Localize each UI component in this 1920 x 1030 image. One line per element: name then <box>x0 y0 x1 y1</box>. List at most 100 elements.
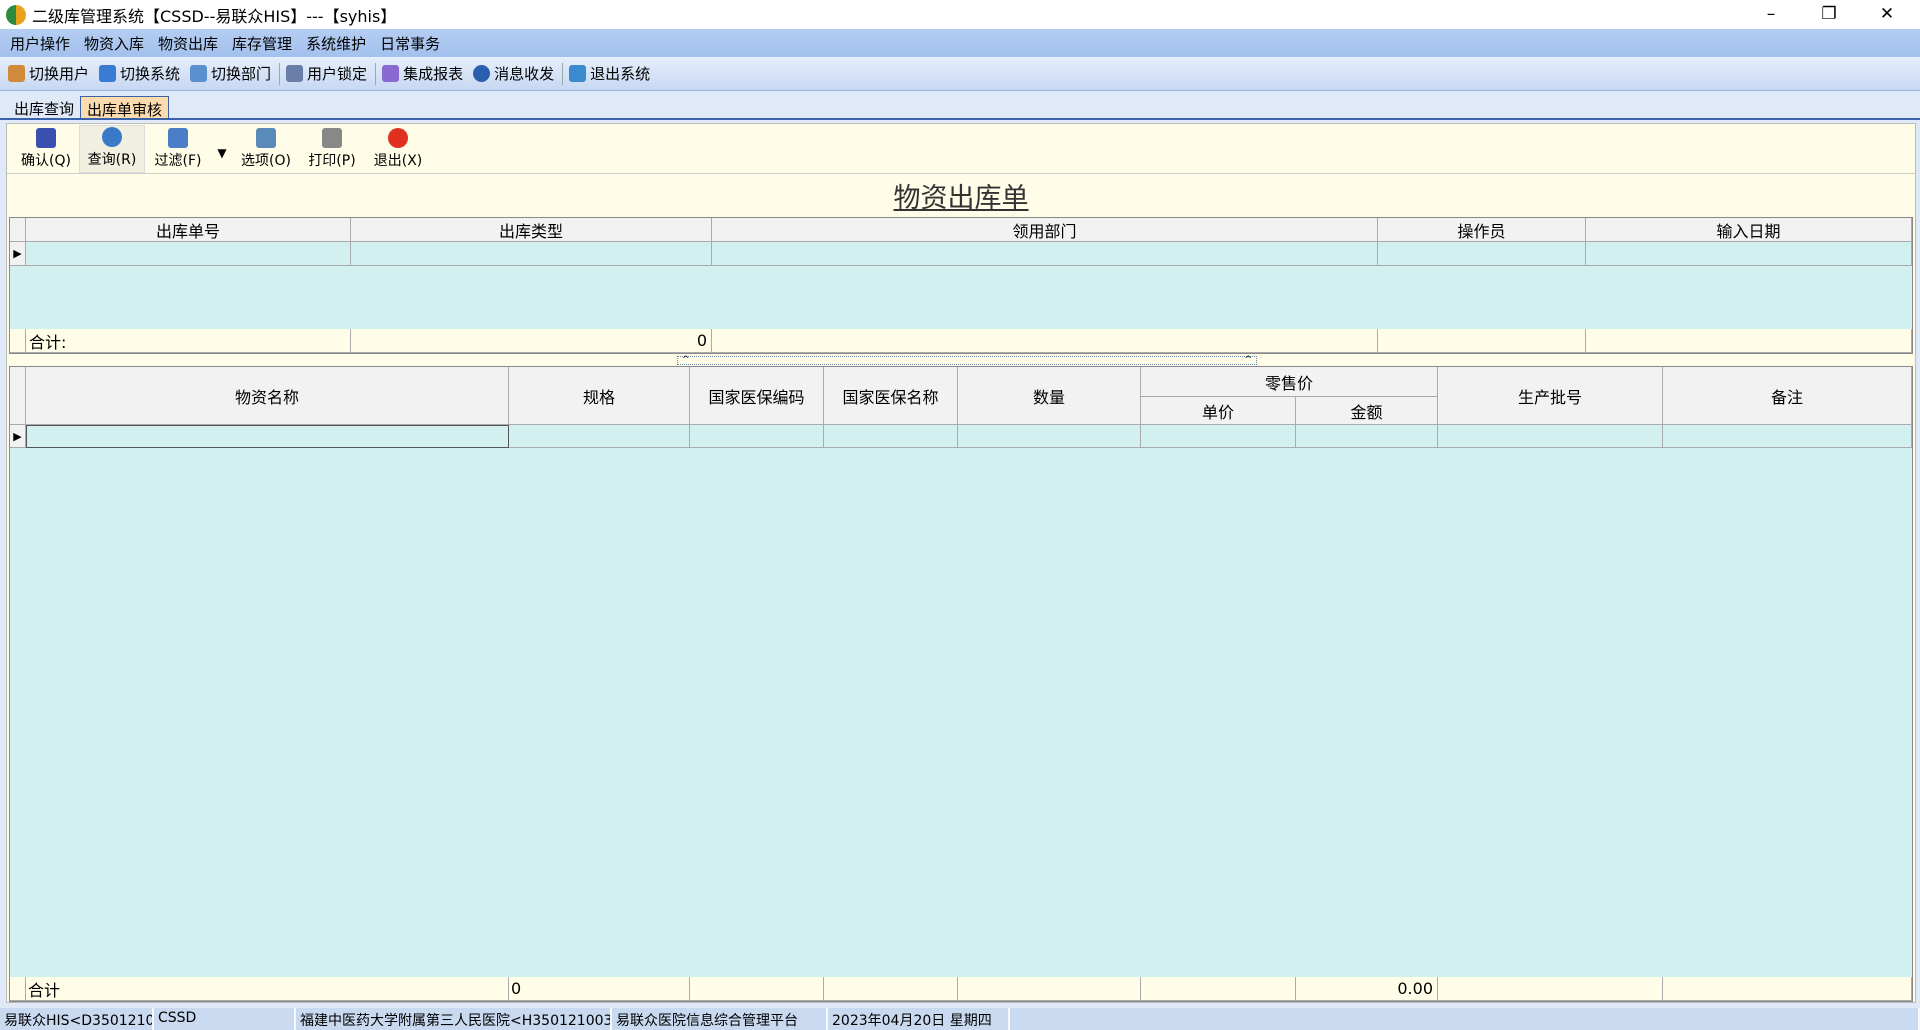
switch-system-button[interactable]: 切换系统 <box>99 63 180 84</box>
collapse-up-icon[interactable]: ^ <box>1244 356 1252 365</box>
options-button[interactable]: 选项(O) <box>233 125 299 173</box>
col-header[interactable]: 物资名称 <box>26 367 509 425</box>
table-cell[interactable] <box>1663 425 1912 448</box>
table-cell[interactable] <box>26 425 509 448</box>
col-header[interactable]: 单价 <box>1141 397 1296 425</box>
messages-button[interactable]: 消息收发 <box>473 63 554 84</box>
master-grid[interactable]: 出库单号 出库类型 领用部门 操作员 输入日期 ▶ 合计: 0 <box>9 217 1913 354</box>
exit-door-icon <box>569 65 587 82</box>
review-panel: 确认(Q) 查询(R) 过滤(F) ▼ 选项(O) 打印(P) 退出(X) 物资… <box>6 123 1916 1003</box>
menu-stock-in[interactable]: 物资入库 <box>84 33 144 54</box>
total-cell <box>1438 977 1663 1001</box>
app-logo-icon <box>6 4 26 25</box>
corner <box>10 329 26 353</box>
exit-system-button[interactable]: 退出系统 <box>569 63 650 84</box>
table-cell[interactable] <box>509 425 690 448</box>
label: 切换部门 <box>211 65 272 83</box>
label: 打印(P) <box>308 153 356 169</box>
divider <box>562 62 564 85</box>
status-platform: 易联众医院信息综合管理平台 <box>612 1008 828 1030</box>
print-button[interactable]: 打印(P) <box>299 125 365 173</box>
divider <box>279 62 281 85</box>
lock-user-button[interactable]: 用户锁定 <box>286 63 367 84</box>
total-qty: 0 <box>509 977 690 1001</box>
table-cell[interactable] <box>712 242 1378 266</box>
col-header[interactable]: 出库单号 <box>26 218 351 242</box>
status-date: 2023年04月20日 星期四 <box>828 1008 1010 1030</box>
col-group-header: 零售价 <box>1141 367 1438 397</box>
table-cell[interactable] <box>1586 242 1912 266</box>
table-cell[interactable] <box>1438 425 1663 448</box>
label: 确认(Q) <box>21 153 71 169</box>
query-button[interactable]: 查询(R) <box>79 125 145 173</box>
minimize-button[interactable]: – <box>1742 0 1800 29</box>
total-cell <box>690 977 824 1001</box>
table-cell[interactable] <box>351 242 712 266</box>
menu-inventory[interactable]: 库存管理 <box>232 33 292 54</box>
table-cell[interactable] <box>824 425 958 448</box>
menu-system[interactable]: 系统维护 <box>306 33 366 54</box>
col-header[interactable]: 生产批号 <box>1438 367 1663 425</box>
label: 查询(R) <box>87 152 137 168</box>
corner <box>10 977 26 1001</box>
col-header[interactable]: 领用部门 <box>712 218 1378 242</box>
label: 集成报表 <box>403 65 464 83</box>
total-value: 0 <box>351 329 712 353</box>
table-cell[interactable] <box>1141 425 1296 448</box>
filter-dropdown-icon[interactable]: ▼ <box>211 133 233 173</box>
switch-dept-button[interactable]: 切换部门 <box>190 63 271 84</box>
users-icon <box>8 65 25 82</box>
col-header[interactable]: 国家医保编码 <box>690 367 824 425</box>
col-header[interactable]: 备注 <box>1663 367 1912 425</box>
label: 切换系统 <box>120 65 181 83</box>
col-header[interactable]: 规格 <box>509 367 690 425</box>
table-cell[interactable] <box>690 425 824 448</box>
close-button[interactable]: ✕ <box>1858 0 1916 29</box>
status-bar: 易联众HIS<D35012101' CSSD 福建中医药大学附属第三人民医院<H… <box>0 1008 1920 1030</box>
total-label: 合计 <box>26 977 509 1001</box>
filter-icon <box>168 128 188 148</box>
tab-outbound-review[interactable]: 出库单审核 <box>80 96 170 119</box>
reports-button[interactable]: 集成报表 <box>382 63 463 84</box>
label: 消息收发 <box>494 65 555 83</box>
switch-icon <box>99 65 117 82</box>
status-dept: CSSD <box>154 1008 296 1030</box>
menu-daily[interactable]: 日常事务 <box>380 33 440 54</box>
table-cell[interactable] <box>26 242 351 266</box>
col-header[interactable]: 出库类型 <box>351 218 712 242</box>
collapse-up-icon[interactable]: ^ <box>682 356 690 365</box>
splitter-handle[interactable]: ^ ^ <box>677 356 1257 365</box>
status-system: 易联众HIS<D35012101' <box>0 1008 154 1030</box>
status-hospital: 福建中医药大学附属第三人民医院<H350121003 <box>296 1008 612 1030</box>
menu-user-ops[interactable]: 用户操作 <box>10 33 70 54</box>
menu-stock-out[interactable]: 物资出库 <box>158 33 218 54</box>
total-cell <box>1378 329 1586 353</box>
tab-outbound-query[interactable]: 出库查询 <box>8 96 80 118</box>
exit-button[interactable]: 退出(X) <box>365 125 431 173</box>
table-cell[interactable] <box>1378 242 1586 266</box>
confirm-button[interactable]: 确认(Q) <box>13 125 79 173</box>
total-cell <box>712 329 1378 353</box>
restore-button[interactable]: ❐ <box>1800 0 1858 29</box>
detail-grid[interactable]: 物资名称 规格 国家医保编码 国家医保名称 数量 零售价 单价 金额 生产批号 … <box>9 366 1913 1002</box>
total-amount: 0.00 <box>1296 977 1438 1001</box>
checkbox-icon <box>36 128 56 148</box>
filter-button[interactable]: 过滤(F) <box>145 125 211 173</box>
col-header[interactable]: 输入日期 <box>1586 218 1912 242</box>
label: 退出(X) <box>373 153 423 169</box>
report-icon <box>382 65 400 82</box>
label: 用户锁定 <box>307 65 368 83</box>
col-header[interactable]: 操作员 <box>1378 218 1586 242</box>
label: 退出系统 <box>590 65 651 83</box>
col-header[interactable]: 数量 <box>958 367 1141 425</box>
switch-user-button[interactable]: 切换用户 <box>8 63 89 84</box>
options-icon <box>256 128 276 148</box>
col-header[interactable]: 国家医保名称 <box>824 367 958 425</box>
total-label: 合计: <box>26 329 351 353</box>
table-cell[interactable] <box>1296 425 1438 448</box>
main-toolbar: 切换用户 切换系统 切换部门 用户锁定 集成报表 消息收发 退出系统 <box>0 57 1920 91</box>
tab-strip: 出库查询 出库单审核 <box>0 96 1920 120</box>
table-cell[interactable] <box>958 425 1141 448</box>
info-icon <box>473 65 491 82</box>
col-header[interactable]: 金额 <box>1296 397 1438 425</box>
